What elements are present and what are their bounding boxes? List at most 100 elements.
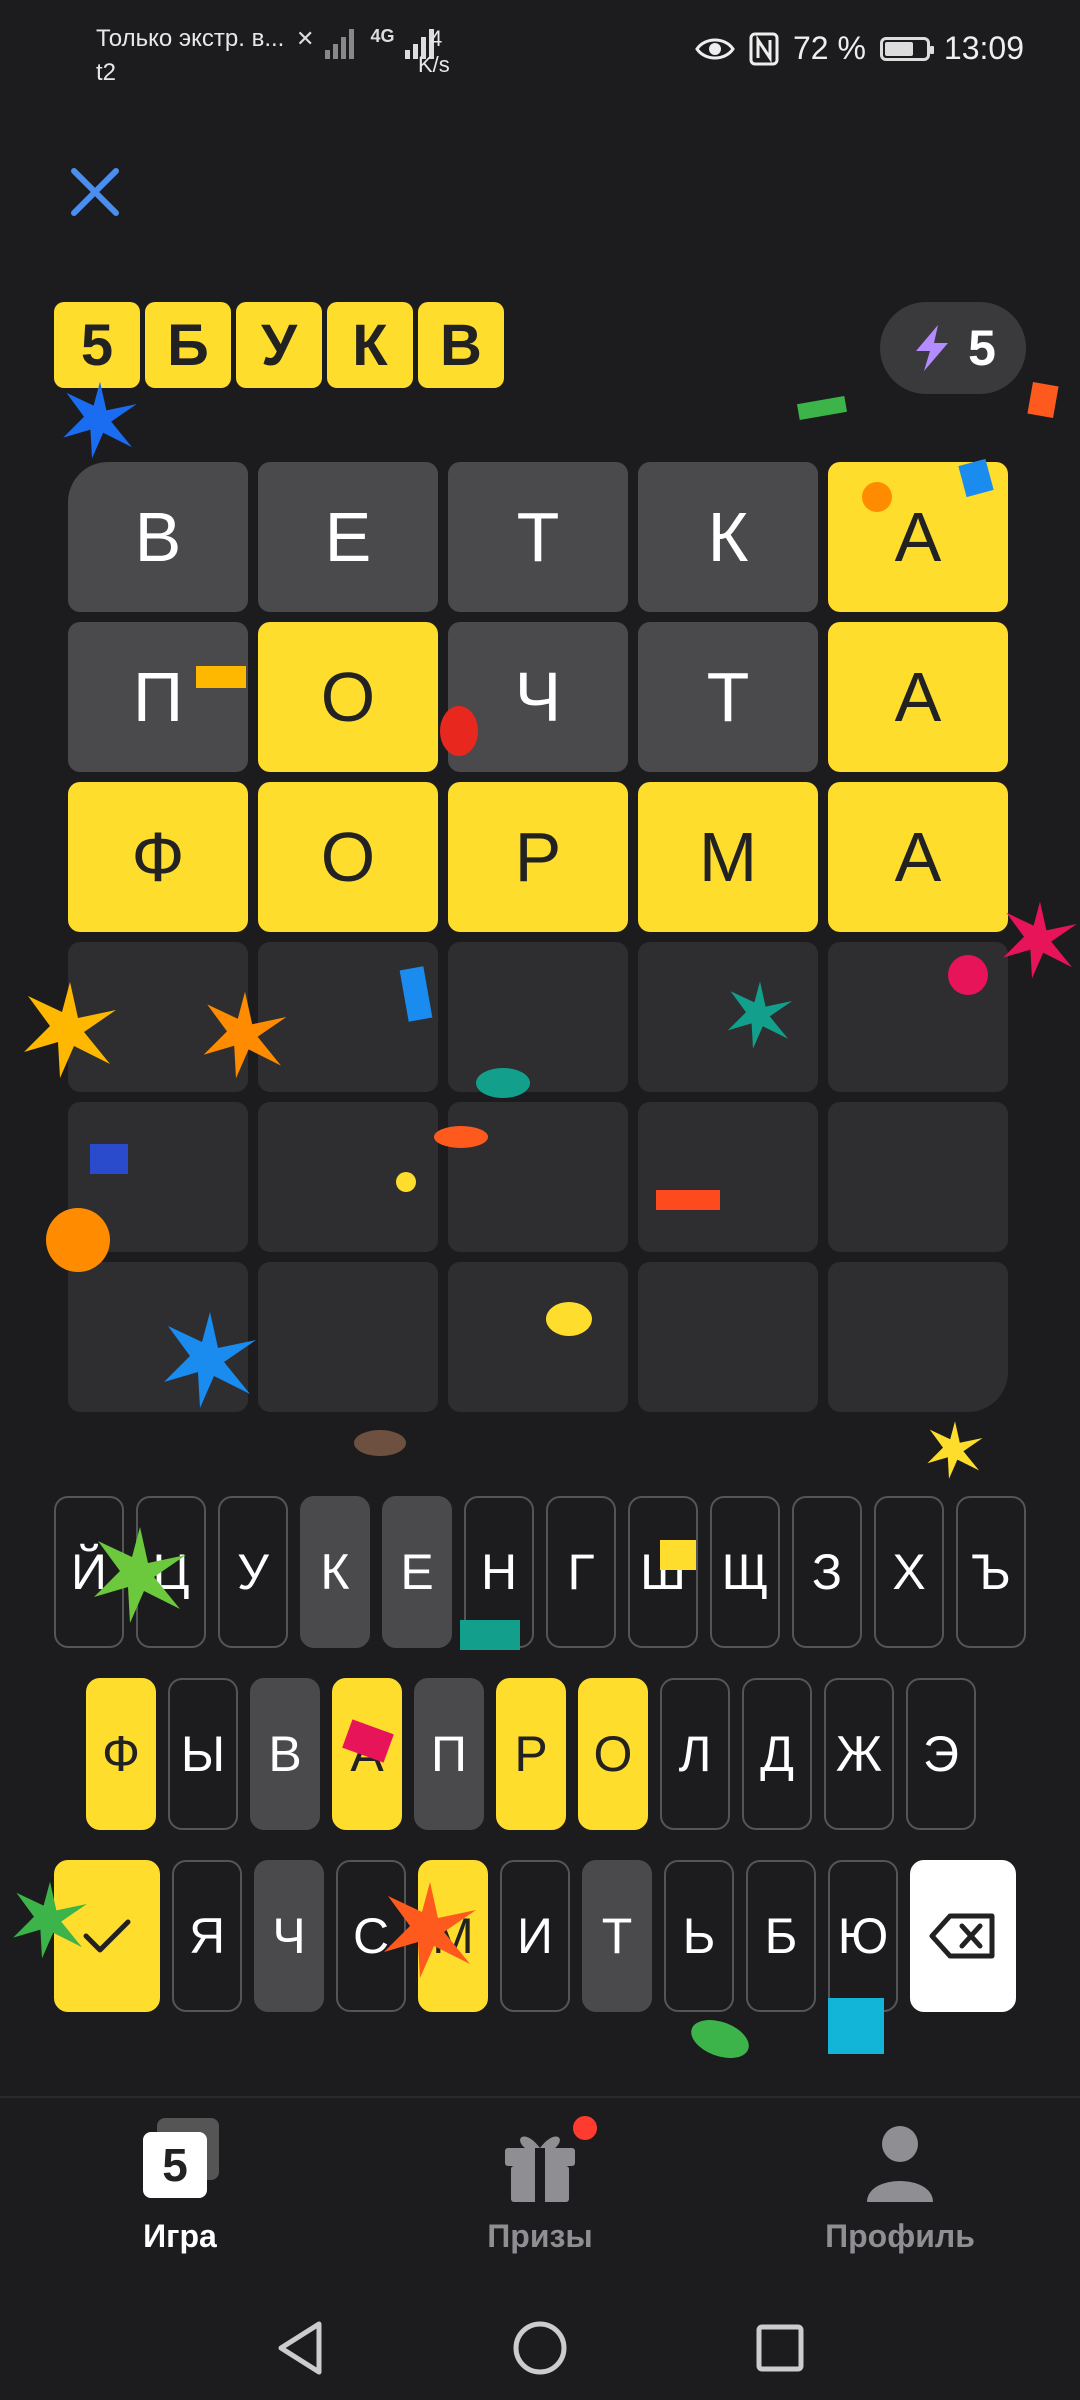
nav-item-profile[interactable]: Профиль [780, 2118, 1020, 2255]
nav-label-game: Игра [143, 2218, 217, 2254]
back-icon [278, 2321, 322, 2375]
keyboard-row-3: ЯЧСМИТЬБЮ [54, 1860, 1016, 2012]
close-icon [71, 168, 119, 216]
key-Л[interactable]: Л [660, 1678, 730, 1830]
key-С[interactable]: С [336, 1860, 406, 2012]
key-Р[interactable]: Р [496, 1678, 566, 1830]
battery-percent: 72 % [792, 30, 866, 66]
game-icon: 5 [135, 2118, 225, 2208]
status-bar: Только экстр. в... t2 ✕ 4G 4 K/s 72 % 13… [0, 0, 1080, 110]
board-cell: О [258, 782, 438, 932]
logo-letter: У [236, 302, 322, 388]
clock: 13:09 [943, 30, 1024, 66]
confetti-star-icon [927, 1421, 983, 1479]
board-cell: В [68, 462, 248, 612]
signal-icon [325, 29, 355, 59]
key-Х[interactable]: Х [874, 1496, 944, 1648]
key-В[interactable]: В [250, 1678, 320, 1830]
board-cell: К [638, 462, 818, 612]
key-О[interactable]: О [578, 1678, 648, 1830]
carrier-line2: t2 [96, 59, 117, 86]
key-А[interactable]: А [332, 1678, 402, 1830]
key-Ю[interactable]: Ю [828, 1860, 898, 2012]
checkmark-icon [83, 1919, 131, 1953]
key-Ц[interactable]: Ц [136, 1496, 206, 1648]
board-cell [68, 942, 248, 1092]
confetti-piece [354, 1430, 406, 1456]
key-Ф[interactable]: Ф [86, 1678, 156, 1830]
key-У[interactable]: У [218, 1496, 288, 1648]
logo-letter: Б [145, 302, 231, 388]
eye-icon [695, 38, 735, 59]
system-nav [0, 2296, 1080, 2400]
board-cell [448, 1262, 628, 1412]
status-right: 72 % 13:09 [695, 30, 1024, 67]
key-Ш[interactable]: Ш [628, 1496, 698, 1648]
keyboard-row-1: ЙЦУКЕНГШЩЗХЪ [54, 1496, 1026, 1648]
key-Д[interactable]: Д [742, 1678, 812, 1830]
board-cell: Ч [448, 622, 628, 772]
key-Г[interactable]: Г [546, 1496, 616, 1648]
key-Й[interactable]: Й [54, 1496, 124, 1648]
key-П[interactable]: П [414, 1678, 484, 1830]
key-К[interactable]: К [300, 1496, 370, 1648]
backspace-icon [929, 1913, 995, 1959]
key-Б[interactable]: Б [746, 1860, 816, 2012]
board-cell [828, 1102, 1008, 1252]
confetti-star-icon [63, 381, 137, 459]
board-cell [258, 1262, 438, 1412]
logo-letter: 5 [54, 302, 140, 388]
nav-item-prizes[interactable]: Призы [420, 2116, 660, 2255]
confetti-piece [796, 395, 848, 421]
key-М[interactable]: М [418, 1860, 488, 2012]
board-cell: Т [448, 462, 628, 612]
key-З[interactable]: З [792, 1496, 862, 1648]
enter-button[interactable] [54, 1860, 160, 2012]
battery-icon [879, 36, 934, 61]
board-cell: Е [258, 462, 438, 612]
energy-counter[interactable]: 5 [880, 302, 1026, 394]
mute-icon: ✕ [296, 26, 315, 51]
key-И[interactable]: И [500, 1860, 570, 2012]
confetti-piece [1027, 381, 1059, 419]
board-cell [68, 1102, 248, 1252]
recents-button[interactable] [750, 2318, 810, 2378]
board-cell: М [638, 782, 818, 932]
energy-count: 5 [968, 320, 996, 376]
nav-label-profile: Профиль [825, 2218, 975, 2254]
board-cell: Р [448, 782, 628, 932]
delete-button[interactable] [910, 1860, 1016, 2012]
key-Ъ[interactable]: Ъ [956, 1496, 1026, 1648]
profile-icon [855, 2118, 945, 2208]
key-Н[interactable]: Н [464, 1496, 534, 1648]
carrier-line1: Только экстр. в... [96, 25, 285, 52]
nav-item-game[interactable]: 5 Игра [60, 2118, 300, 2255]
key-Т[interactable]: Т [582, 1860, 652, 2012]
home-icon [513, 2321, 567, 2375]
board-cell [258, 942, 438, 1092]
lightning-icon [916, 325, 949, 371]
key-Е[interactable]: Е [382, 1496, 452, 1648]
home-button[interactable] [510, 2318, 570, 2378]
back-button[interactable] [270, 2318, 330, 2378]
network-type: 4G [370, 26, 395, 46]
close-button[interactable] [60, 160, 130, 230]
key-Щ[interactable]: Щ [710, 1496, 780, 1648]
key-Ы[interactable]: Ы [168, 1678, 238, 1830]
nav-label-prizes: Призы [487, 2218, 593, 2254]
confetti-piece [685, 2012, 755, 2066]
board-cell [638, 1262, 818, 1412]
key-Ь[interactable]: Ь [664, 1860, 734, 2012]
key-Ж[interactable]: Ж [824, 1678, 894, 1830]
board-cell [828, 942, 1008, 1092]
board-cell [258, 1102, 438, 1252]
key-Я[interactable]: Я [172, 1860, 242, 2012]
notification-dot [573, 2116, 597, 2140]
key-Ч[interactable]: Ч [254, 1860, 324, 2012]
app-logo: 5БУКВ [54, 302, 504, 388]
board-cell [68, 1262, 248, 1412]
board-cell: А [828, 622, 1008, 772]
key-Э[interactable]: Э [906, 1678, 976, 1830]
network-speed: 4 K/s [418, 26, 450, 78]
board-cell [638, 942, 818, 1092]
